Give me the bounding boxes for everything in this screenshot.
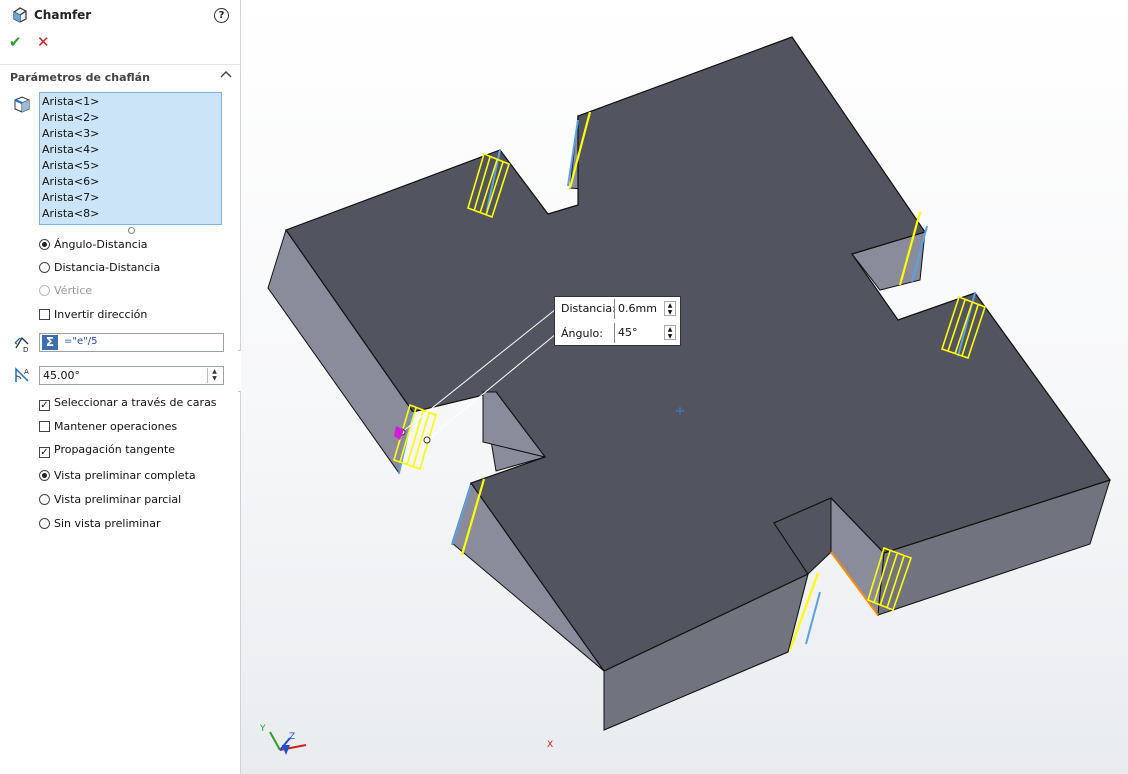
- axis-triad: [269, 731, 307, 755]
- radio-button[interactable]: [39, 262, 50, 273]
- chamfer-feature-icon: [11, 6, 29, 24]
- angle-icon: A: [12, 365, 32, 385]
- list-item[interactable]: Arista<7>: [42, 190, 219, 206]
- distance-equation-value: ="e"/5: [64, 336, 98, 347]
- spin-up-icon[interactable]: ▲: [665, 302, 675, 309]
- radio-distance-distance[interactable]: Distancia-Distancia: [39, 260, 160, 276]
- panel-title: Chamfer: [34, 8, 92, 22]
- option-label: Vista preliminar parcial: [54, 493, 182, 506]
- option-label: Sin vista preliminar: [54, 517, 161, 530]
- checkbox-select-through-faces[interactable]: ✓ Seleccionar a través de caras: [39, 395, 217, 411]
- list-item[interactable]: Arista<5>: [42, 158, 219, 174]
- section-title: Parámetros de chaflán: [10, 71, 150, 84]
- radio-full-preview[interactable]: Vista preliminar completa: [39, 468, 196, 484]
- y-axis-label: Y: [260, 724, 266, 734]
- list-item[interactable]: Arista<4>: [42, 142, 219, 158]
- checkbox-checked[interactable]: ✓: [39, 447, 50, 458]
- option-label: Mantener operaciones: [54, 420, 178, 433]
- callout-distance-input[interactable]: 0.6mm ▲ ▼: [614, 299, 678, 319]
- edge-selection-icon: [12, 94, 32, 114]
- graphics-area[interactable]: X Y Z: [241, 0, 1128, 774]
- callout-angle-value: 45°: [618, 326, 638, 339]
- list-item[interactable]: Arista<1>: [42, 94, 219, 110]
- list-item[interactable]: Arista<3>: [42, 126, 219, 142]
- chevron-up-icon[interactable]: [220, 69, 232, 82]
- option-label: Vértice: [54, 284, 93, 297]
- checkbox-flip-direction[interactable]: Invertir dirección: [39, 307, 147, 323]
- x-axis-label: X: [547, 740, 554, 750]
- checkbox-checked[interactable]: ✓: [39, 400, 50, 411]
- option-label: Propagación tangente: [54, 443, 176, 456]
- divider: [0, 64, 240, 65]
- edge-selection-list[interactable]: Arista<1> Arista<2> Arista<3> Arista<4> …: [39, 92, 222, 225]
- distance-icon: D: [12, 334, 32, 354]
- callout-distance-value: 0.6mm: [618, 302, 657, 315]
- option-label: Seleccionar a través de caras: [54, 396, 217, 409]
- option-label: Distancia-Distancia: [54, 261, 161, 274]
- spin-up-icon[interactable]: ▲: [665, 326, 675, 333]
- spin-down-icon[interactable]: ▼: [208, 375, 221, 382]
- equation-sigma-icon[interactable]: Σ: [42, 335, 58, 350]
- spin-up-icon[interactable]: ▲: [208, 368, 221, 375]
- checkbox[interactable]: [39, 309, 50, 320]
- spin-down-icon[interactable]: ▼: [665, 309, 675, 316]
- chamfer-callout[interactable]: Distancia: 0.6mm ▲ ▼ Ángulo: 45° ▲ ▼: [554, 296, 681, 346]
- cancel-button[interactable]: ✕: [37, 33, 50, 51]
- checkbox-tangent-propagation[interactable]: ✓ Propagación tangente: [39, 442, 175, 458]
- radio-vertex: Vértice: [39, 283, 92, 299]
- help-icon[interactable]: ?: [214, 8, 229, 23]
- radio-button-selected[interactable]: [39, 239, 50, 250]
- angle-spinner[interactable]: ▲ ▼: [207, 368, 221, 383]
- callout-angle-label: Ángulo:: [561, 327, 603, 340]
- resize-grip[interactable]: [128, 227, 135, 234]
- option-label: Invertir dirección: [54, 308, 148, 321]
- list-item[interactable]: Arista<8>: [42, 206, 219, 222]
- option-label: Ángulo-Distancia: [54, 238, 148, 251]
- spin-down-icon[interactable]: ▼: [665, 333, 675, 340]
- callout-distance-spinner[interactable]: ▲ ▼: [664, 301, 676, 316]
- radio-button-disabled: [39, 285, 50, 296]
- radio-button[interactable]: [39, 518, 50, 529]
- list-item[interactable]: Arista<2>: [42, 110, 219, 126]
- part-model[interactable]: [241, 0, 1128, 774]
- angle-value: 45.00°: [43, 369, 80, 382]
- z-axis-label: Z: [289, 732, 296, 742]
- callout-distance-label: Distancia:: [561, 302, 616, 315]
- radio-no-preview[interactable]: Sin vista preliminar: [39, 516, 161, 532]
- option-label: Vista preliminar completa: [54, 469, 196, 482]
- list-item[interactable]: Arista<6>: [42, 174, 219, 190]
- svg-text:D: D: [23, 346, 28, 354]
- svg-text:A: A: [24, 368, 29, 376]
- callout-angle-spinner[interactable]: ▲ ▼: [664, 325, 676, 340]
- ok-button[interactable]: ✔: [9, 33, 22, 51]
- radio-partial-preview[interactable]: Vista preliminar parcial: [39, 492, 181, 508]
- distance-equation-field[interactable]: Σ ="e"/5: [39, 333, 224, 352]
- checkbox[interactable]: [39, 421, 50, 432]
- property-manager-panel: Chamfer ? ✔ ✕ Parámetros de chaflán Aris…: [0, 0, 241, 774]
- checkbox-keep-features[interactable]: Mantener operaciones: [39, 419, 177, 435]
- radio-angle-distance[interactable]: Ángulo-Distancia: [39, 237, 148, 253]
- angle-input[interactable]: 45.00° ▲ ▼: [39, 366, 224, 385]
- radio-button[interactable]: [39, 494, 50, 505]
- callout-angle-input[interactable]: 45° ▲ ▼: [614, 323, 678, 343]
- radio-button-selected[interactable]: [39, 470, 50, 481]
